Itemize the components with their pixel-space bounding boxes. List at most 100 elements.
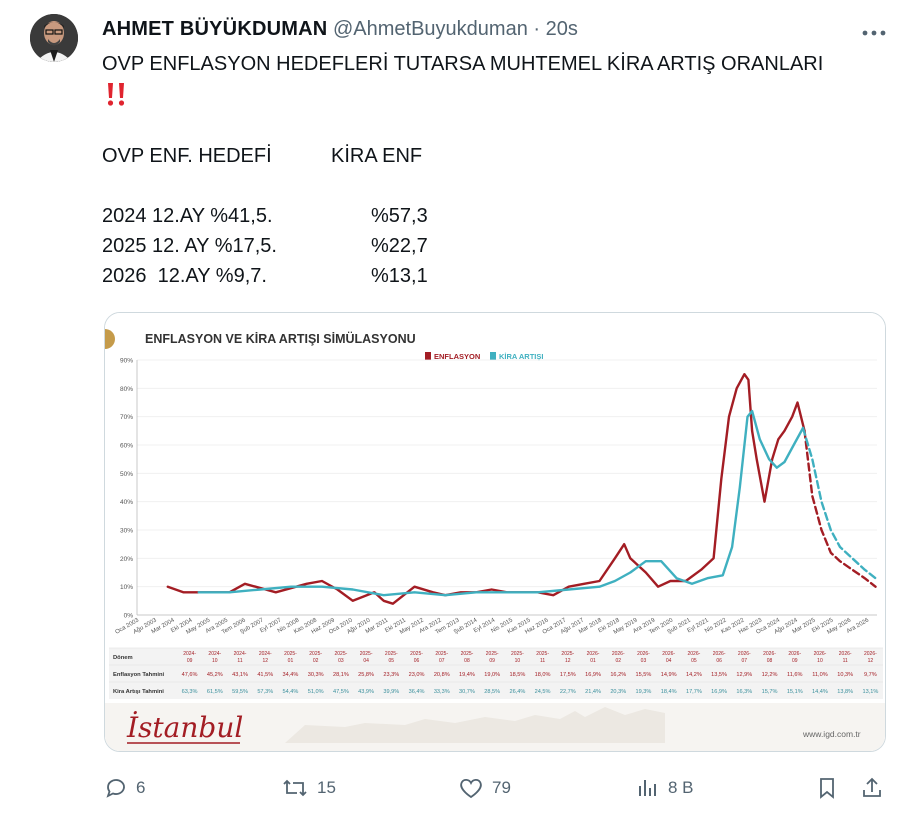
table-cell-inflation: 43,1%: [232, 672, 248, 678]
rent-row-2026: %13,1: [371, 265, 428, 287]
table-period-month: 11: [540, 658, 545, 664]
table-period-year: 2026-: [587, 651, 600, 657]
table-period-year: 2026-: [713, 651, 726, 657]
tweet-timestamp[interactable]: 20s: [546, 18, 578, 40]
author-handle[interactable]: @AhmetBuyukduman: [333, 18, 528, 40]
table-cell-rent: 59,5%: [232, 689, 248, 695]
avatar[interactable]: [30, 14, 78, 62]
like-count: 79: [492, 778, 511, 797]
table-period-month: 12: [868, 658, 874, 664]
table-period-month: 04: [666, 658, 672, 664]
table-period-year: 2024-: [208, 651, 221, 657]
table-period-month: 01: [590, 658, 596, 664]
table-cell-rent: 28,5%: [484, 689, 500, 695]
table-cell-inflation: 28,1%: [333, 672, 349, 678]
table-period-month: 11: [237, 658, 242, 664]
table-period-year: 2024-: [183, 651, 196, 657]
table-cell-inflation: 14,9%: [661, 672, 677, 678]
table-period-month: 10: [817, 658, 823, 664]
table-cell-inflation: 30,3%: [308, 672, 324, 678]
table-cell-inflation: 18,5%: [509, 672, 525, 678]
reply-icon: [106, 779, 125, 798]
table-period-year: 2025-: [309, 651, 322, 657]
table-cell-rent: 16,9%: [711, 689, 727, 695]
table-period-month: 09: [792, 658, 798, 664]
table-cell-inflation: 10,3%: [837, 672, 853, 678]
table-period-year: 2025-: [410, 651, 423, 657]
author-name[interactable]: AHMET BÜYÜKDUMAN: [102, 18, 327, 40]
table-cell-rent: 54,4%: [283, 689, 299, 695]
table-period-year: 2026-: [637, 651, 650, 657]
bookmark-button[interactable]: [815, 776, 839, 800]
table-cell-inflation: 18,0%: [535, 672, 551, 678]
table-period-year: 2026-: [864, 651, 877, 657]
column-header-right: KİRA ENF: [331, 145, 423, 167]
legend-swatch-inflation: [425, 352, 431, 360]
table-row-label: Kira Artışı Tahmini: [113, 689, 164, 695]
retweet-button[interactable]: 15: [281, 776, 336, 800]
table-period-month: 08: [767, 658, 773, 664]
table-period-month: 05: [389, 658, 395, 664]
y-tick-label: 0%: [124, 613, 134, 620]
share-button[interactable]: [860, 776, 884, 800]
table-period-month: 10: [212, 658, 218, 664]
table-period-year: 2026-: [612, 651, 625, 657]
media-image-card[interactable]: ENFLASYON VE KİRA ARTIŞI SİMÜLASYONU ENF…: [104, 312, 886, 752]
tweet-actions-bar: 6 15 79 8 B: [0, 772, 916, 804]
target-row-2026: 2026 12.AY %9,7.: [102, 265, 267, 287]
table-period-year: 2026-: [687, 651, 700, 657]
avatar-image: [30, 14, 78, 62]
retweet-count: 15: [317, 778, 336, 797]
table-period-year: 2025-: [486, 651, 499, 657]
table-period-month: 07: [742, 658, 748, 664]
table-cell-inflation: 12,2%: [762, 672, 778, 678]
inflation-rent-chart: ENFLASYON VE KİRA ARTIŞI SİMÜLASYONU ENF…: [105, 313, 885, 751]
table-cell-inflation: 34,4%: [283, 672, 299, 678]
table-period-year: 2025-: [284, 651, 297, 657]
table-period-year: 2026-: [763, 651, 776, 657]
double-exclamation-emoji: [102, 80, 132, 114]
table-cell-rent: 19,3%: [636, 689, 652, 695]
table-period-month: 08: [464, 658, 470, 664]
table-period-year: 2025-: [511, 651, 524, 657]
table-cell-rent: 30,7%: [459, 689, 475, 695]
table-period-month: 04: [363, 658, 369, 664]
table-cell-rent: 13,1%: [862, 689, 878, 695]
table-period-month: 12: [565, 658, 571, 664]
table-cell-rent: 17,7%: [686, 689, 702, 695]
table-cell-rent: 13,8%: [837, 689, 853, 695]
target-row-2025: 2025 12. AY %17,5.: [102, 235, 277, 257]
table-period-month: 03: [338, 658, 344, 664]
table-cell-inflation: 15,5%: [636, 672, 652, 678]
table-cell-rent: 61,5%: [207, 689, 223, 695]
table-cell-rent: 26,4%: [509, 689, 525, 695]
more-options-icon[interactable]: [860, 26, 888, 40]
views-button[interactable]: 8 B: [636, 776, 694, 800]
table-period-year: 2025-: [360, 651, 373, 657]
table-cell-inflation: 45,2%: [207, 672, 223, 678]
reply-count: 6: [136, 778, 146, 797]
table-cell-rent: 20,3%: [610, 689, 626, 695]
column-header-left: OVP ENF. HEDEFİ: [102, 145, 272, 167]
y-tick-label: 80%: [120, 386, 133, 393]
table-period-year: 2026-: [662, 651, 675, 657]
table-period-year: 2024-: [259, 651, 272, 657]
views-chart-icon: [639, 780, 656, 796]
reply-button[interactable]: 6: [104, 776, 145, 800]
tweet-text-line: OVP ENFLASYON HEDEFLERİ TUTARSA MUHTEMEL…: [102, 53, 824, 75]
table-period-month: 03: [641, 658, 647, 664]
table-cell-rent: 43,9%: [358, 689, 374, 695]
table-period-year: 2025-: [385, 651, 398, 657]
table-period-month: 02: [313, 658, 319, 664]
table-cell-rent: 15,7%: [762, 689, 778, 695]
like-button[interactable]: 79: [458, 776, 511, 800]
table-cell-inflation: 41,5%: [257, 672, 273, 678]
istanbul-logo: İstanbul: [126, 711, 243, 744]
table-period-year: 2025-: [461, 651, 474, 657]
table-cell-rent: 36,4%: [409, 689, 425, 695]
table-cell-inflation: 16,2%: [610, 672, 626, 678]
table-period-month: 06: [414, 658, 420, 664]
table-cell-rent: 14,4%: [812, 689, 828, 695]
y-tick-label: 50%: [120, 471, 133, 478]
table-cell-rent: 16,3%: [736, 689, 752, 695]
